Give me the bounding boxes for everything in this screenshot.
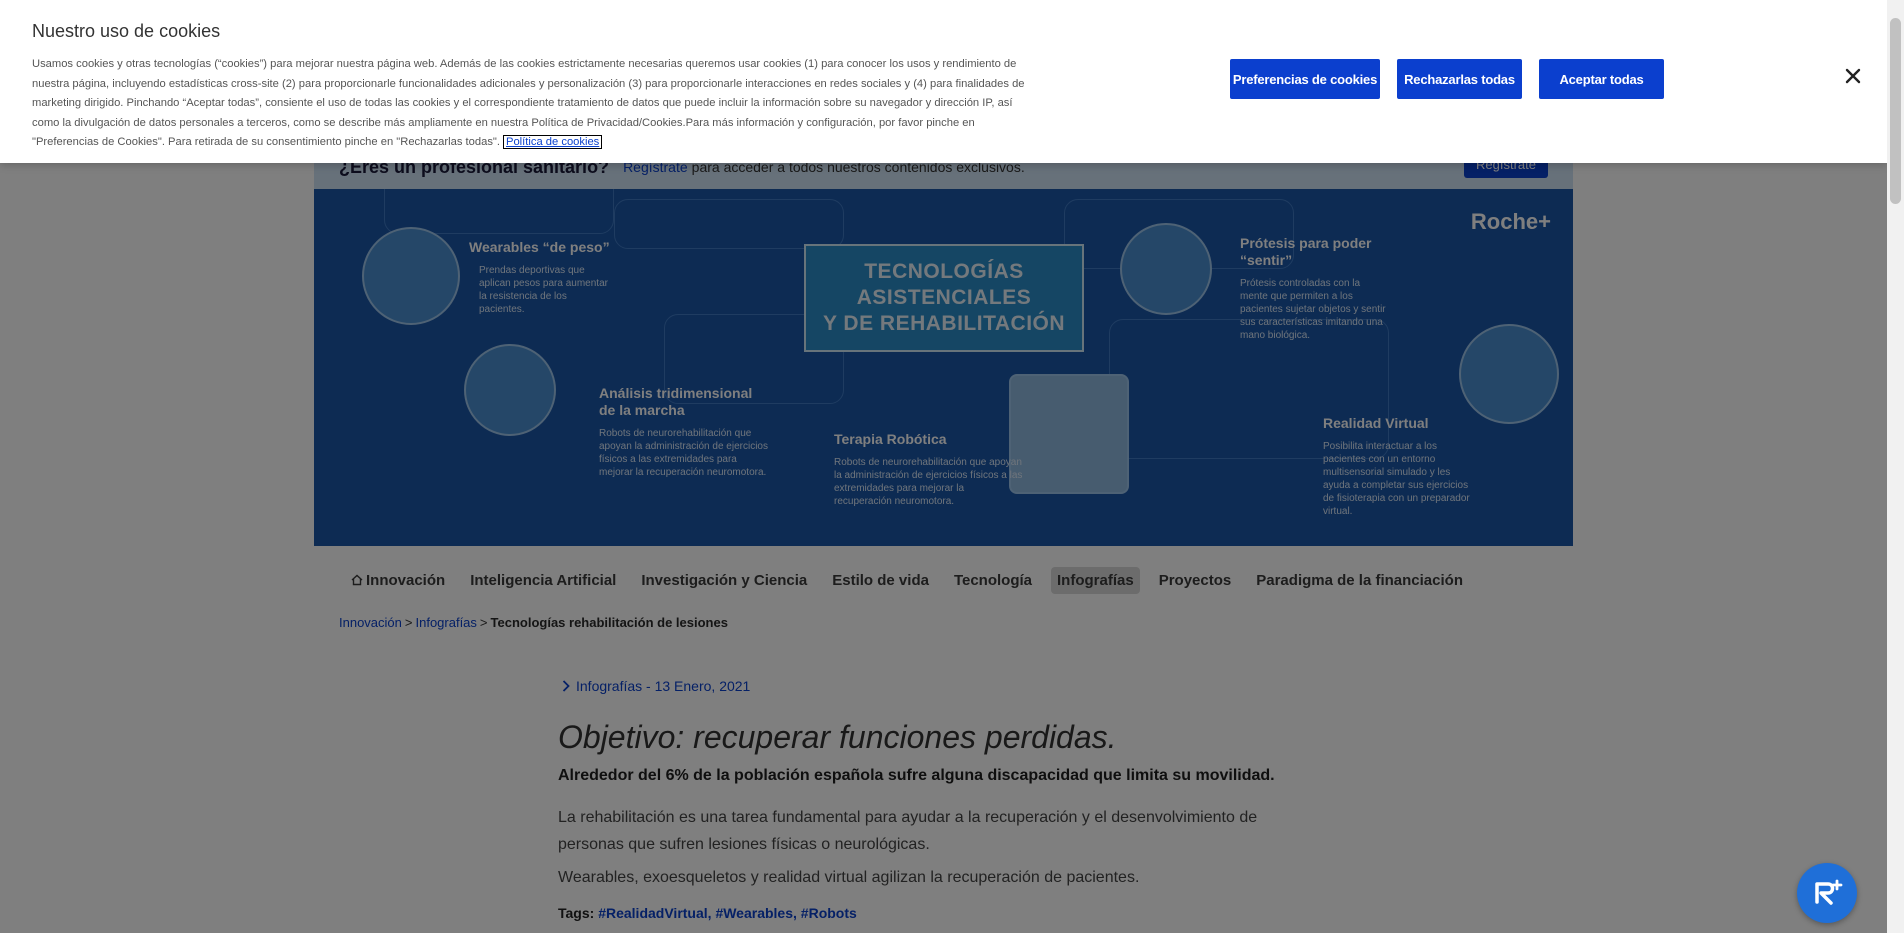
cookie-text: Usamos cookies y otras tecnologías (“coo…: [32, 55, 1032, 153]
cookie-title: Nuestro uso de cookies: [32, 21, 221, 41]
chat-button[interactable]: [1797, 863, 1857, 923]
roche-chat-icon: [1815, 879, 1843, 905]
cookie-preferences-button[interactable]: Preferencias de cookies: [1230, 59, 1380, 99]
cookie-banner: Nuestro uso de cookies Usamos cookies y …: [0, 0, 1887, 163]
reject-all-button[interactable]: Rechazarlas todas: [1397, 59, 1522, 99]
scrollbar[interactable]: [1887, 0, 1904, 933]
cookie-policy-link[interactable]: Política de cookies: [502, 135, 603, 150]
scrollbar-thumb[interactable]: [1890, 18, 1901, 204]
cookie-body: Usamos cookies y otras tecnologías (“coo…: [32, 58, 1025, 149]
accept-all-button[interactable]: Aceptar todas: [1539, 59, 1664, 99]
close-icon[interactable]: [1844, 67, 1862, 85]
